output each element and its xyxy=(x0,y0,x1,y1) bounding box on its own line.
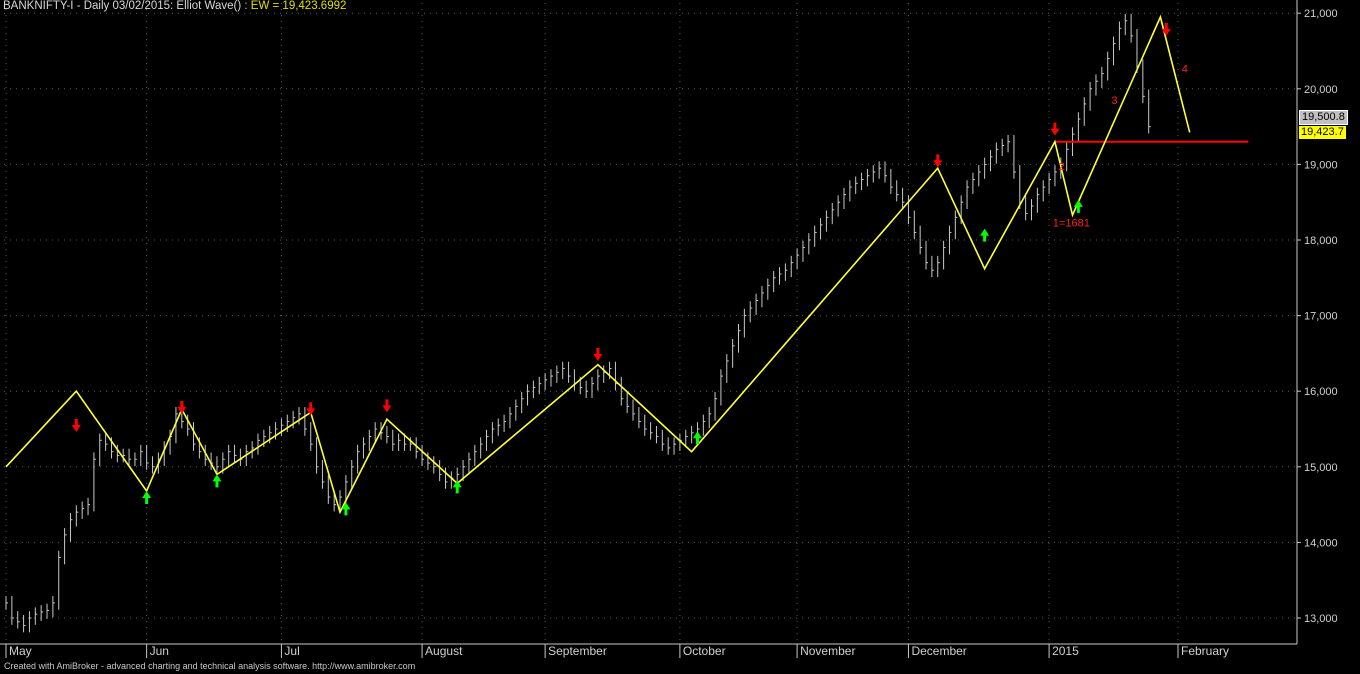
wave-label: 4 xyxy=(1182,63,1188,75)
x-tick-label: Jun xyxy=(150,644,169,658)
wave-label: 3 xyxy=(1111,95,1117,107)
y-tick-label: 15,000 xyxy=(1304,462,1338,474)
x-tick-label: February xyxy=(1181,644,1229,658)
chart-title-text: BANKNIFTY-I - Daily 03/02/2015: Elliot W… xyxy=(3,0,242,12)
x-tick-label: October xyxy=(683,644,726,658)
x-tick-label: Jul xyxy=(284,644,299,658)
ew-value-price-tag: 19,423.7 xyxy=(1299,126,1346,139)
x-tick-label: September xyxy=(548,644,607,658)
chart-background xyxy=(0,0,1360,674)
y-tick-label: 13,000 xyxy=(1304,613,1338,625)
wave-label: 1=1681 xyxy=(1053,218,1090,230)
y-tick-label: 19,000 xyxy=(1304,159,1338,171)
y-tick-label: 21,000 xyxy=(1304,8,1338,20)
last-close-price-tag: 19,500.8 xyxy=(1299,110,1348,125)
x-tick-label: August xyxy=(425,644,463,658)
footer-credit: Created with AmiBroker - advanced charti… xyxy=(4,661,416,671)
y-tick-label: 16,000 xyxy=(1304,386,1338,398)
y-tick-label: 20,000 xyxy=(1304,84,1338,96)
indicator-value: = 19,423.6992 xyxy=(272,0,347,12)
y-tick-label: 18,000 xyxy=(1304,235,1338,247)
indicator-label: : EW xyxy=(244,0,270,12)
x-tick-label: December xyxy=(911,644,966,658)
chart-area: 1=1681 2 3 4 13,000 14,000 15,000 16,000 17,000… xyxy=(0,0,1360,674)
wave-label: 2 xyxy=(1059,161,1065,173)
x-tick-label: November xyxy=(800,644,855,658)
x-tick-label: 2015 xyxy=(1052,644,1079,658)
x-tick-label: May xyxy=(9,644,32,658)
chart-title: BANKNIFTY-I - Daily 03/02/2015: Elliot W… xyxy=(3,0,346,12)
y-tick-label: 14,000 xyxy=(1304,537,1338,549)
y-tick-label: 17,000 xyxy=(1304,311,1338,323)
